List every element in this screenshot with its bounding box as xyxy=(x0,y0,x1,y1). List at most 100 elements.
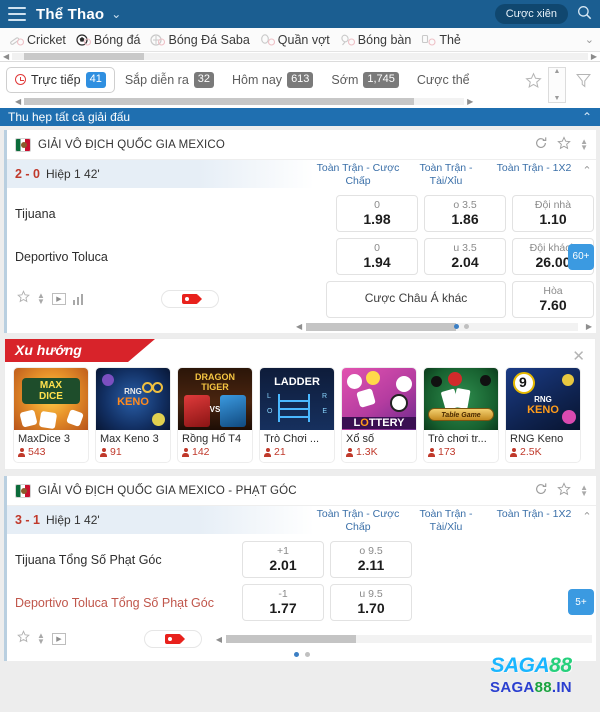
market-scrollbar[interactable]: ◀ ▶ xyxy=(292,320,596,333)
odds-spinner-control[interactable]: ▲ ▼ xyxy=(37,292,45,305)
list-spinner-control[interactable]: ▲ ▼ xyxy=(548,67,566,103)
sport-item-table-tennis[interactable]: Bóng bàn xyxy=(335,33,417,47)
scroll-thumb[interactable] xyxy=(226,635,357,643)
odds-value: 1.94 xyxy=(363,254,391,271)
sport-item-tennis[interactable]: Quần vợt xyxy=(255,33,335,47)
spinner-up-arrow[interactable]: ▲ xyxy=(554,68,561,75)
scroll-left-arrow[interactable]: ◀ xyxy=(292,322,306,331)
sport-nav[interactable]: Cricket Bóng đá Bóng Đá Saba Quần vợt Bó… xyxy=(0,28,600,52)
chevron-up-icon[interactable]: ⌃ xyxy=(578,506,596,523)
odds-button[interactable]: Đội nhà 1.10 xyxy=(512,195,594,232)
scroll-track[interactable] xyxy=(24,97,465,105)
tab-count: 32 xyxy=(193,72,215,88)
odds-button[interactable]: 0 1.94 xyxy=(336,238,418,275)
page-dot-active[interactable] xyxy=(454,324,460,329)
sport-nav-scrollbar[interactable]: ◀ ▶ xyxy=(0,52,600,62)
table-tennis-icon xyxy=(340,33,356,47)
favorites-button[interactable] xyxy=(518,62,548,94)
refresh-icon[interactable] xyxy=(534,136,548,153)
sport-item-soccer[interactable]: Bóng đá xyxy=(71,33,146,47)
soccer-saba-icon xyxy=(150,33,166,47)
odds-group: -1 1.77 u 9.5 1.70 xyxy=(242,584,596,621)
other-asian-odds-button[interactable]: Cược Châu Á khác xyxy=(326,280,506,318)
video-camera-icon xyxy=(164,634,185,644)
odds-button[interactable]: u 3.5 2.04 xyxy=(424,238,506,275)
list-item[interactable]: MAX DICE MaxDice 3 543 xyxy=(13,367,89,463)
league-spinner-control[interactable]: ▲ ▼ xyxy=(580,138,588,151)
scroll-thumb[interactable] xyxy=(306,322,457,331)
odds-button[interactable]: u 9.5 1.70 xyxy=(330,584,412,621)
odds-value: 1.98 xyxy=(363,211,391,228)
page-dot-active[interactable] xyxy=(293,652,299,657)
chevron-up-icon[interactable]: ⌃ xyxy=(582,110,592,124)
star-icon[interactable] xyxy=(557,136,571,153)
filter-button[interactable] xyxy=(566,62,600,94)
parlay-button[interactable]: Cược xiên xyxy=(494,4,568,24)
tab-prop-bets[interactable]: Cược thể xyxy=(409,69,478,91)
filter-tabs-scrollbar[interactable]: ◀ ▶ xyxy=(12,97,518,106)
odds-button[interactable]: 0 1.98 xyxy=(336,195,418,232)
market-scrollbar[interactable]: ◀ xyxy=(212,633,596,646)
list-item[interactable]: LOTTERY Xổ số 1.3K xyxy=(341,367,417,463)
odds-button-draw[interactable]: Hòa 7.60 xyxy=(512,280,594,318)
league-header[interactable]: GIẢI VÔ ĐỊCH QUỐC GIA MEXICO ▲ ▼ xyxy=(7,130,596,160)
star-icon[interactable] xyxy=(17,630,30,648)
list-item[interactable]: RNG KENO Max Keno 3 91 xyxy=(95,367,171,463)
live-video-button[interactable] xyxy=(161,290,220,308)
sport-item-card[interactable]: Thẻ xyxy=(416,33,466,47)
more-markets-badge[interactable]: 60+ xyxy=(568,243,594,270)
sport-item-soccer-saba[interactable]: Bóng Đá Saba xyxy=(145,33,254,47)
odds-button[interactable]: +1 2.01 xyxy=(242,541,324,578)
scroll-track[interactable] xyxy=(12,53,588,60)
tab-early[interactable]: Sớm 1,745 xyxy=(323,68,406,92)
chevron-up-icon[interactable]: ⌃ xyxy=(578,160,596,177)
scroll-right-arrow[interactable]: ▶ xyxy=(582,322,596,331)
spinner-down-arrow[interactable]: ▼ xyxy=(554,95,561,102)
odds-button[interactable]: -1 1.77 xyxy=(242,584,324,621)
scroll-right-arrow[interactable]: ▶ xyxy=(464,97,476,106)
list-item[interactable]: 9 RNG KENO RNG Keno 2.5K xyxy=(505,367,581,463)
star-icon[interactable] xyxy=(557,482,571,499)
odds-value: 1.86 xyxy=(451,211,479,228)
scroll-left-arrow[interactable]: ◀ xyxy=(12,97,24,106)
sport-item-cricket[interactable]: Cricket xyxy=(4,33,71,47)
odds-button[interactable]: o 3.5 1.86 xyxy=(424,195,506,232)
score-info: 3 - 1 Hiệp 1 42' xyxy=(7,506,314,534)
league-spinner-control[interactable]: ▲ ▼ xyxy=(580,484,588,497)
scroll-track[interactable] xyxy=(306,322,578,331)
more-markets-badge[interactable]: 5+ xyxy=(568,589,594,615)
scroll-left-arrow[interactable]: ◀ xyxy=(212,635,226,644)
person-icon xyxy=(18,447,25,457)
chevron-down-icon[interactable]: ⌄ xyxy=(585,33,600,46)
scroll-thumb[interactable] xyxy=(24,97,415,105)
hamburger-icon[interactable] xyxy=(8,7,26,21)
game-players: 543 xyxy=(14,445,88,462)
odds-spinner-control[interactable]: ▲ ▼ xyxy=(37,632,45,645)
list-item[interactable]: LADDER L O R E Trò Chơi ... 21 xyxy=(259,367,335,463)
scroll-left-arrow[interactable]: ◀ xyxy=(0,52,12,61)
league-header[interactable]: GIẢI VÔ ĐỊCH QUỐC GIA MEXICO - PHẠT GÓC … xyxy=(7,476,596,506)
tab-live[interactable]: Trực tiếp 41 xyxy=(6,67,115,93)
scroll-right-arrow[interactable]: ▶ xyxy=(588,52,600,61)
scroll-track[interactable] xyxy=(226,635,592,643)
odds-button[interactable]: o 9.5 2.11 xyxy=(330,541,412,578)
tab-upcoming[interactable]: Sắp diễn ra 32 xyxy=(117,68,222,92)
stats-icon[interactable] xyxy=(72,293,84,305)
search-icon[interactable] xyxy=(577,5,592,24)
chevron-down-icon[interactable]: ⌄ xyxy=(111,7,121,21)
refresh-icon[interactable] xyxy=(534,482,548,499)
video-camera-icon xyxy=(182,294,203,304)
play-icon[interactable]: ▶ xyxy=(51,293,66,305)
close-icon[interactable]: ✕ xyxy=(572,347,585,365)
collapse-all-bar[interactable]: Thu hẹp tất cả giải đấu ⌃ xyxy=(0,108,600,126)
list-item[interactable]: DRAGON TIGER VS Rồng Hổ T4 142 xyxy=(177,367,253,463)
scroll-thumb[interactable] xyxy=(24,53,145,60)
tab-today[interactable]: Hôm nay 613 xyxy=(224,68,321,92)
page-dot[interactable] xyxy=(304,652,310,657)
list-item[interactable]: Table Game Trò chơi tr... 173 xyxy=(423,367,499,463)
play-icon[interactable]: ▶ xyxy=(51,633,66,645)
star-icon[interactable] xyxy=(17,290,30,308)
live-video-button[interactable] xyxy=(143,630,202,648)
page-dot[interactable] xyxy=(464,324,470,329)
game-title: MaxDice 3 xyxy=(18,433,70,445)
